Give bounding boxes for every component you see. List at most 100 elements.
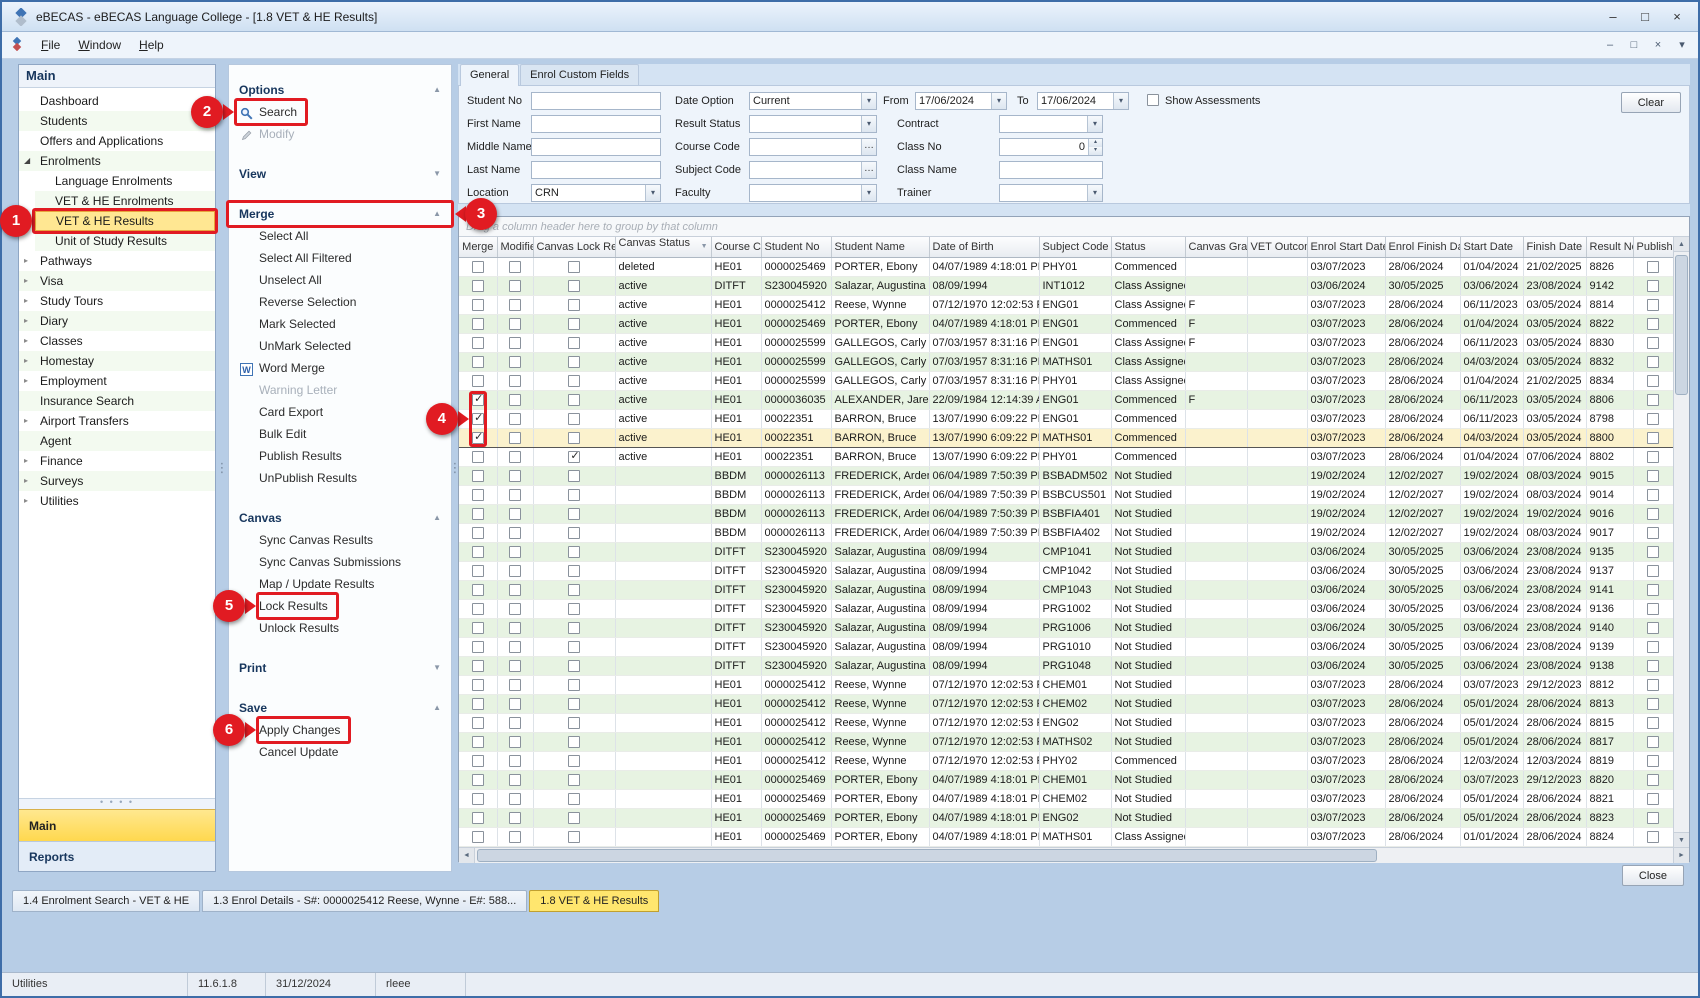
scroll-up-icon[interactable]: ▲	[1674, 237, 1689, 252]
merge-checkbox[interactable]	[472, 679, 484, 691]
subject-code-lookup[interactable]: …	[749, 161, 877, 179]
nav-item-airport-transfers[interactable]: ▸Airport Transfers	[19, 411, 215, 431]
tab-general[interactable]: General	[460, 64, 519, 86]
mdi-tab-1-8-vet-he-results[interactable]: 1.8 VET & HE Results	[529, 890, 659, 912]
column-header-canvas-grade[interactable]: Canvas Grade	[1185, 237, 1247, 258]
modified-checkbox[interactable]	[509, 660, 521, 672]
action-item-word-merge[interactable]: WWord Merge	[237, 357, 333, 379]
action-item-unpublish-results[interactable]: UnPublish Results	[259, 467, 365, 489]
canvas_lock-checkbox[interactable]	[568, 527, 580, 539]
modified-checkbox[interactable]	[509, 375, 521, 387]
close-icon[interactable]: ×	[1662, 6, 1692, 28]
expand-icon[interactable]: ▸	[24, 331, 37, 351]
modified-checkbox[interactable]	[509, 318, 521, 330]
collapse-section-icon[interactable]: ▲	[433, 203, 441, 225]
merge-checkbox[interactable]	[472, 318, 484, 330]
expand-icon[interactable]: ▸	[24, 451, 37, 471]
chevron-down-icon[interactable]: ▾	[1087, 185, 1102, 201]
course-code-lookup[interactable]: …	[749, 138, 877, 156]
table-row[interactable]: deletedHE010000025469PORTER, Ebony04/07/…	[459, 258, 1673, 277]
collapse-section-icon[interactable]: ▲	[433, 697, 441, 719]
canvas_lock-checkbox[interactable]	[568, 698, 580, 710]
section-header-save[interactable]: Save▲	[229, 697, 451, 719]
column-header-status[interactable]: Status	[1111, 237, 1185, 258]
modified-checkbox[interactable]	[509, 565, 521, 577]
merge-checkbox[interactable]	[472, 660, 484, 672]
action-item-lock-results[interactable]: Lock Results	[259, 595, 336, 617]
middle-name-input[interactable]	[531, 138, 661, 156]
table-row[interactable]: HE010000025412Reese, Wynne07/12/1970 12:…	[459, 676, 1673, 695]
expand-section-icon[interactable]: ▼	[433, 163, 441, 185]
vertical-scrollbar[interactable]: ▲ ▼	[1673, 237, 1689, 847]
spin-up-icon[interactable]: ▴	[1089, 139, 1102, 147]
merge-checkbox[interactable]	[472, 527, 484, 539]
publish-checkbox[interactable]	[1647, 299, 1659, 311]
table-row[interactable]: activeHE010000036035ALEXANDER, Jared22/0…	[459, 391, 1673, 410]
expand-icon[interactable]: ▸	[24, 411, 37, 431]
nav-item-study-tours[interactable]: ▸Study Tours	[19, 291, 215, 311]
scroll-down-icon[interactable]: ▼	[1674, 832, 1689, 847]
nav-item-surveys[interactable]: ▸Surveys	[19, 471, 215, 491]
collapse-section-icon[interactable]: ▲	[433, 79, 441, 101]
canvas_lock-checkbox[interactable]	[568, 432, 580, 444]
canvas_lock-checkbox[interactable]	[568, 489, 580, 501]
publish-checkbox[interactable]	[1647, 413, 1659, 425]
chevron-down-icon[interactable]: ▾	[1087, 116, 1102, 132]
faculty-select[interactable]: ▾	[749, 184, 877, 202]
modified-checkbox[interactable]	[509, 546, 521, 558]
publish-checkbox[interactable]	[1647, 508, 1659, 520]
canvas_lock-checkbox[interactable]	[568, 280, 580, 292]
table-row[interactable]: activeHE0100022351BARRON, Bruce13/07/199…	[459, 410, 1673, 429]
merge-checkbox[interactable]	[472, 508, 484, 520]
column-header-canvas-lock[interactable]: Canvas Lock Result	[533, 237, 615, 258]
column-header-vet-outcome[interactable]: VET Outcome	[1247, 237, 1307, 258]
action-item-bulk-edit[interactable]: Bulk Edit	[259, 423, 314, 445]
filter-icon[interactable]: ▼	[701, 237, 708, 257]
column-header-enrol-finish[interactable]: Enrol Finish Date	[1385, 237, 1460, 258]
maximize-icon[interactable]: □	[1630, 6, 1660, 28]
canvas_lock-checkbox[interactable]	[568, 736, 580, 748]
nav-group-main[interactable]: Main	[19, 809, 215, 841]
action-item-unlock-results[interactable]: Unlock Results	[259, 617, 347, 639]
canvas_lock-checkbox[interactable]	[568, 451, 580, 463]
publish-checkbox[interactable]	[1647, 261, 1659, 273]
nav-item-language-enrolments[interactable]: Language Enrolments	[35, 171, 215, 191]
canvas_lock-checkbox[interactable]	[568, 793, 580, 805]
table-row[interactable]: activeHE010000025599GALLEGOS, Carly07/03…	[459, 353, 1673, 372]
mdi-minimize-icon[interactable]: –	[1600, 36, 1620, 54]
modified-checkbox[interactable]	[509, 527, 521, 539]
expand-icon[interactable]: ▸	[24, 291, 37, 311]
canvas_lock-checkbox[interactable]	[568, 413, 580, 425]
canvas_lock-checkbox[interactable]	[568, 318, 580, 330]
column-header-student-name[interactable]: Student Name	[831, 237, 929, 258]
modified-checkbox[interactable]	[509, 356, 521, 368]
canvas_lock-checkbox[interactable]	[568, 261, 580, 273]
expand-icon[interactable]: ▸	[24, 271, 37, 291]
publish-checkbox[interactable]	[1647, 394, 1659, 406]
canvas_lock-checkbox[interactable]	[568, 546, 580, 558]
action-item-cancel-update[interactable]: Cancel Update	[259, 741, 346, 763]
modified-checkbox[interactable]	[509, 261, 521, 273]
action-item-unselect-all[interactable]: Unselect All	[259, 269, 330, 291]
action-item-reverse-selection[interactable]: Reverse Selection	[259, 291, 364, 313]
publish-checkbox[interactable]	[1647, 774, 1659, 786]
expand-icon[interactable]: ▸	[24, 351, 37, 371]
merge-checkbox[interactable]	[472, 603, 484, 615]
merge-checkbox[interactable]	[472, 394, 484, 406]
action-item-map-update-results[interactable]: Map / Update Results	[259, 573, 382, 595]
publish-checkbox[interactable]	[1647, 622, 1659, 634]
horizontal-scrollbar-thumb[interactable]	[477, 849, 1377, 862]
chevron-down-icon[interactable]: ▾	[861, 93, 876, 109]
table-row[interactable]: BBDM0000026113FREDERICK, Arden06/04/1989…	[459, 505, 1673, 524]
close-button[interactable]: Close	[1622, 865, 1684, 886]
date-option-select[interactable]: Current ▾	[749, 92, 877, 110]
table-row[interactable]: DITFTS230045920Salazar, Augustina08/09/1…	[459, 657, 1673, 676]
action-item-mark-selected[interactable]: Mark Selected	[259, 313, 344, 335]
column-header-start-date[interactable]: Start Date	[1460, 237, 1523, 258]
mdi-tab-1-4-enrolment-search[interactable]: 1.4 Enrolment Search - VET & HE	[12, 890, 200, 912]
nav-item-vet-he-enrolments[interactable]: VET & HE Enrolments	[35, 191, 215, 211]
collapse-icon[interactable]: ◢	[24, 151, 37, 171]
table-row[interactable]: DITFTS230045920Salazar, Augustina08/09/1…	[459, 619, 1673, 638]
table-row[interactable]: BBDM0000026113FREDERICK, Arden06/04/1989…	[459, 524, 1673, 543]
merge-checkbox[interactable]	[472, 337, 484, 349]
